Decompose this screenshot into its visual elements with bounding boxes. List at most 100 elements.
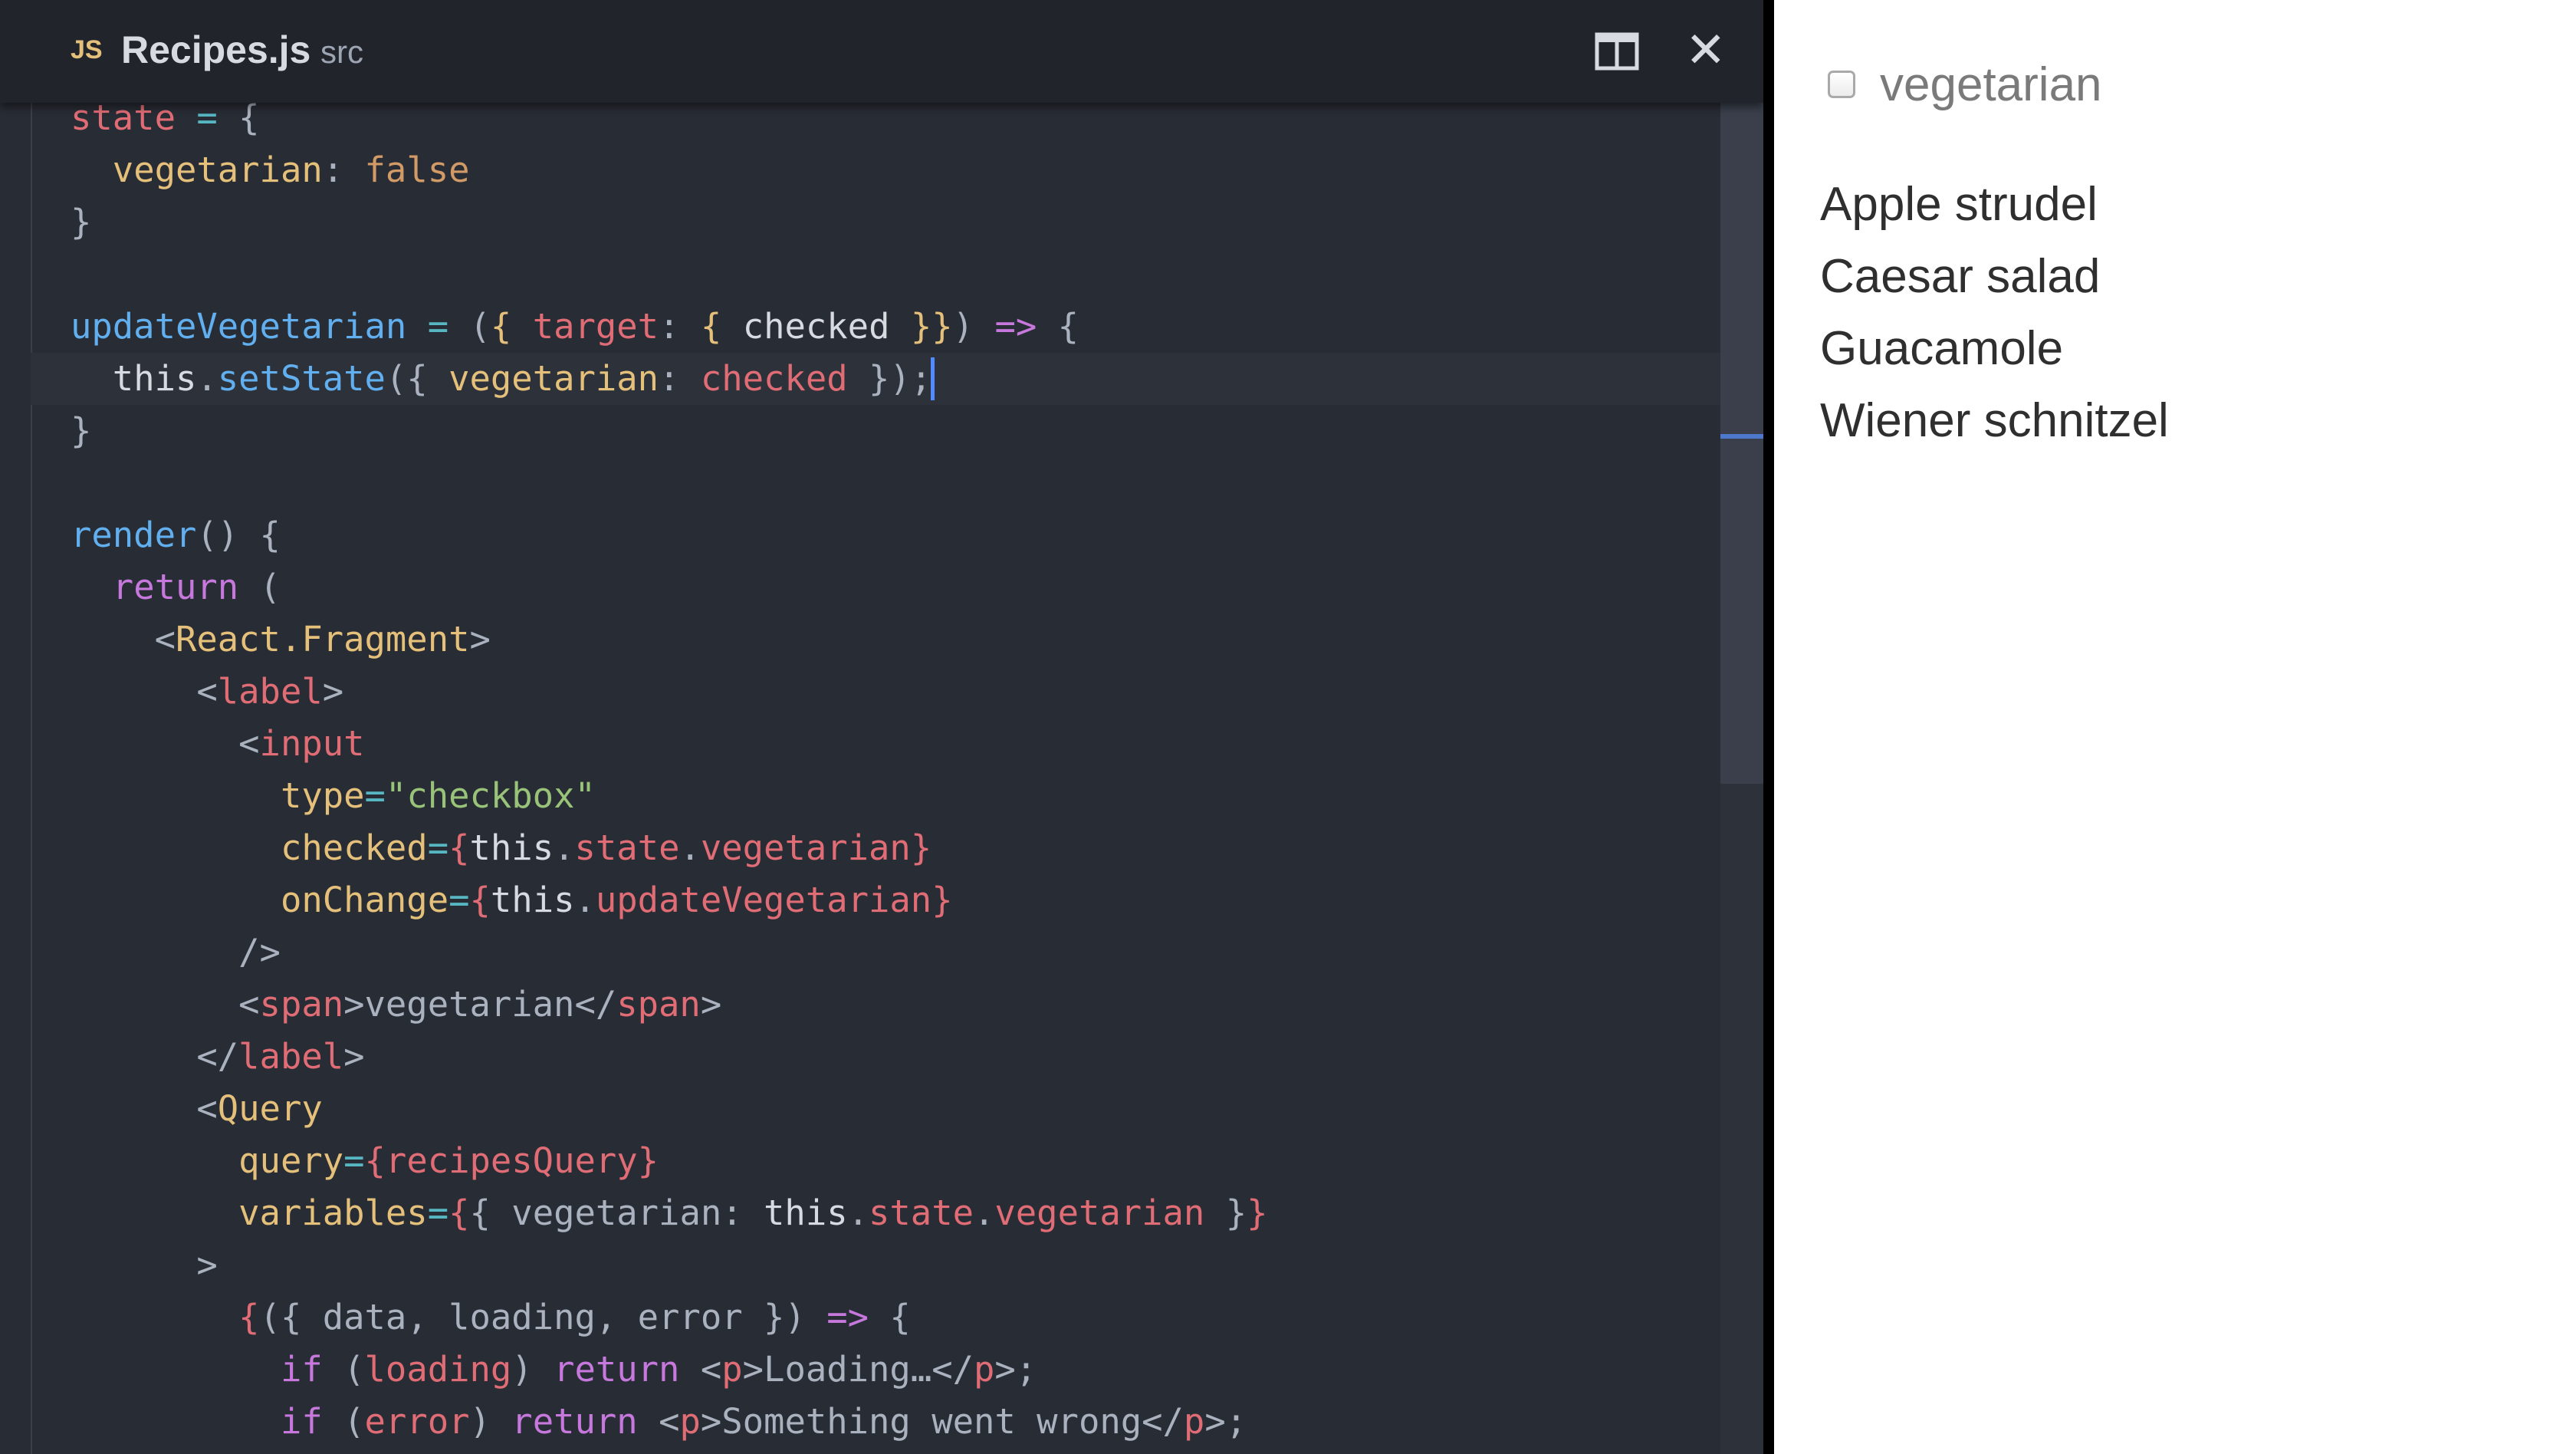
code-token: {recipesQuery}: [364, 1140, 659, 1181]
code-token: }: [932, 880, 953, 920]
code-token: return: [554, 1349, 680, 1390]
code-token: target: [532, 306, 659, 347]
code-token: <: [71, 671, 218, 712]
code-token: (: [322, 1401, 365, 1442]
code-line[interactable]: <span>vegetarian</span>: [71, 979, 721, 1031]
code-token: error: [364, 1401, 470, 1442]
code-token: ({: [385, 358, 449, 399]
code-token: =>: [994, 306, 1037, 347]
code-token: span: [259, 984, 344, 1025]
code-token: <: [71, 723, 260, 764]
code-line[interactable]: {({ data, loading, error }) => {: [71, 1291, 911, 1344]
code-token: vegetarian: [112, 150, 323, 190]
code-token: if: [280, 1401, 323, 1442]
pane-divider[interactable]: [1763, 0, 1774, 1454]
tab-file-name[interactable]: Recipes.js: [121, 28, 310, 72]
code-line[interactable]: }: [71, 405, 91, 457]
code-token: vegetarian: [994, 1192, 1205, 1233]
code-line[interactable]: if (error) return <p>Something went wron…: [71, 1396, 1247, 1448]
recipe-list: Apple strudel Caesar salad Guacamole Wie…: [1820, 169, 2169, 457]
code-line[interactable]: <input: [71, 718, 364, 770]
code-token: <: [71, 1088, 218, 1129]
code-line[interactable]: updateVegetarian = ({ target: { checked …: [71, 301, 1079, 353]
code-token: {: [238, 1297, 260, 1337]
code-token: variables: [238, 1192, 428, 1233]
code-token: }: [1247, 1192, 1268, 1233]
code-line[interactable]: <label>: [71, 666, 343, 718]
code-token: >;: [1204, 1401, 1247, 1442]
recipe-item: Caesar salad: [1820, 250, 2101, 303]
code-line[interactable]: />: [71, 926, 281, 979]
code-token: >Something went wrong</: [700, 1401, 1184, 1442]
code-token: }: [910, 827, 932, 868]
code-line[interactable]: </label>: [71, 1031, 365, 1083]
text-cursor: [931, 357, 935, 400]
code-line[interactable]: onChange={this.updateVegetarian}: [71, 874, 953, 926]
vegetarian-checkbox[interactable]: [1828, 71, 1855, 98]
vegetarian-filter[interactable]: vegetarian: [1828, 54, 2102, 115]
code-token: state: [71, 97, 176, 138]
code-token: <: [71, 984, 260, 1025]
code-line[interactable]: this.setState({ vegetarian: checked });: [71, 353, 932, 405]
code-token: =: [449, 880, 470, 920]
code-line[interactable]: type="checkbox": [71, 770, 596, 822]
code-line[interactable]: return (: [71, 561, 281, 614]
code-token: >;: [994, 1349, 1037, 1390]
code-token: });: [847, 358, 932, 399]
code-token: {: [449, 827, 470, 868]
code-token: .: [973, 1192, 995, 1233]
code-line[interactable]: }: [71, 196, 91, 248]
code-line[interactable]: checked={this.state.vegetarian}: [71, 822, 932, 874]
js-file-icon: JS: [71, 35, 103, 64]
code-line[interactable]: >: [71, 1239, 218, 1291]
vegetarian-label[interactable]: vegetarian: [1880, 58, 2102, 112]
split-editor-icon[interactable]: [1595, 32, 1639, 71]
code-token: .: [196, 358, 218, 399]
code-token: {: [469, 880, 491, 920]
code-token: <: [637, 1401, 680, 1442]
code-line[interactable]: query={recipesQuery}: [71, 1135, 659, 1187]
code-token: :: [659, 358, 701, 399]
code-token: {: [868, 1297, 911, 1337]
code-token: >: [343, 1036, 365, 1077]
scrollbar-thumb[interactable]: [1720, 103, 1763, 784]
code-token: =: [427, 827, 449, 868]
code-token: >Loading…</: [742, 1349, 974, 1390]
code-token: loading: [364, 1349, 512, 1390]
code-editor[interactable]: state = { vegetarian: false} updateVegeta…: [0, 0, 1763, 1454]
code-token: =: [343, 1140, 365, 1181]
code-line[interactable]: render() {: [71, 509, 281, 561]
code-token: {: [700, 306, 722, 347]
code-line[interactable]: <React.Fragment>: [71, 614, 491, 666]
code-token: .: [574, 880, 596, 920]
code-token: setState: [217, 358, 386, 399]
code-token: { vegetarian:: [469, 1192, 764, 1233]
code-token: >: [71, 1245, 218, 1285]
code-token: {: [490, 306, 512, 347]
code-line[interactable]: vegetarian: false: [71, 144, 470, 196]
code-line[interactable]: <Query: [71, 1083, 323, 1135]
code-token: span: [616, 984, 701, 1025]
code-line[interactable]: variables={{ vegetarian: this.state.vege…: [71, 1187, 1268, 1239]
code-token: {: [1037, 306, 1079, 347]
code-token: :: [322, 150, 365, 190]
code-token: Query: [217, 1088, 323, 1129]
code-token: this: [469, 827, 554, 868]
code-token: >: [469, 619, 491, 660]
code-token: }: [1204, 1192, 1247, 1233]
close-icon[interactable]: ✕: [1685, 21, 1727, 80]
code-line[interactable]: if (loading) return <p>Loading…</p>;: [71, 1344, 1037, 1396]
code-token: >: [700, 984, 722, 1025]
code-token: label: [238, 1036, 344, 1077]
code-area[interactable]: state = { vegetarian: false} updateVegeta…: [0, 0, 1763, 1454]
code-token: checked: [742, 306, 890, 347]
code-token: (: [449, 306, 491, 347]
